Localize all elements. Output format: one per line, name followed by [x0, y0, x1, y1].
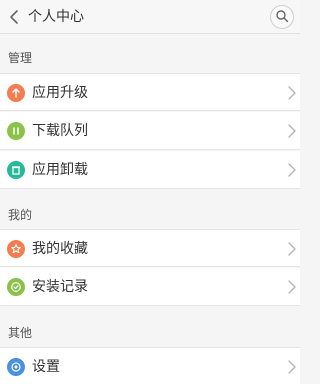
search-button[interactable] [270, 5, 294, 29]
item-label: 应用卸载 [32, 162, 88, 178]
chevron-right-icon [287, 241, 297, 257]
back-icon[interactable] [6, 8, 24, 26]
list-item-settings[interactable]: 设置 [0, 347, 300, 384]
section-label-manage: 管理 [8, 51, 33, 65]
list-item-app-uninstall[interactable]: 应用卸载 [0, 151, 300, 189]
trash-icon [7, 161, 25, 179]
list-item-install-history[interactable]: 安装记录 [0, 268, 300, 306]
settings-icon [7, 358, 25, 376]
chevron-right-icon [287, 359, 297, 375]
check-icon [7, 278, 25, 296]
arrow-up-icon [7, 84, 25, 102]
item-label: 我的收藏 [32, 241, 88, 257]
list-item-my-favorites[interactable]: 我的收藏 [0, 229, 300, 267]
item-label: 应用升级 [32, 85, 88, 101]
download-queue-icon [7, 122, 25, 140]
item-label: 下载队列 [32, 123, 88, 139]
star-icon [7, 240, 25, 258]
item-label: 安装记录 [32, 279, 88, 295]
list-item-app-upgrade[interactable]: 应用升级 [0, 73, 300, 111]
item-label: 设置 [32, 359, 60, 375]
chevron-right-icon [287, 123, 297, 139]
section-label-mine: 我的 [8, 208, 33, 222]
search-icon [275, 8, 289, 27]
section-label-other: 其他 [8, 326, 33, 340]
top-bar: 个人中心 [0, 0, 300, 34]
chevron-right-icon [287, 162, 297, 178]
page-title: 个人中心 [28, 9, 84, 25]
chevron-right-icon [287, 85, 297, 101]
list-item-download-queue[interactable]: 下载队列 [0, 112, 300, 150]
chevron-right-icon [287, 279, 297, 295]
